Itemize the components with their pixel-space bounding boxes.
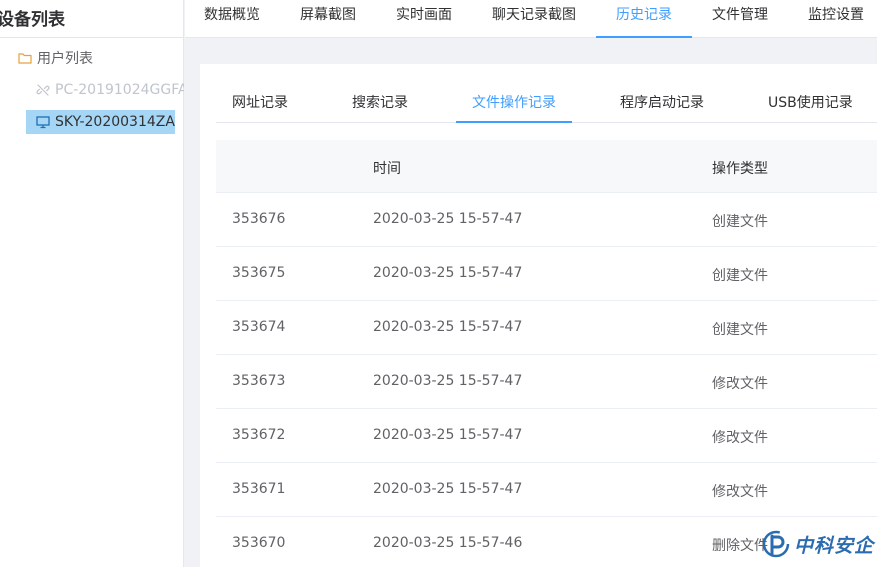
active-tab-indicator (596, 36, 692, 38)
cell-operation: 创建文件 (712, 268, 768, 284)
tab-file-management[interactable]: 文件管理 (712, 0, 768, 38)
cell-id: 353670 (232, 535, 286, 551)
cell-time: 2020-03-25 15-57-47 (373, 319, 523, 335)
cell-id: 353676 (232, 211, 286, 227)
table-row[interactable]: 353672 2020-03-25 15-57-47 修改文件 (216, 409, 877, 463)
watermark: 中科安企 (760, 527, 874, 561)
cell-operation: 修改文件 (712, 376, 768, 392)
device-label: SKY-20200314ZAI (55, 114, 175, 130)
sidebar-header: 设备列表 (0, 0, 184, 38)
column-header-operation-type: 操作类型 (712, 161, 768, 177)
tab-live-view[interactable]: 实时画面 (396, 0, 452, 38)
tab-data-overview[interactable]: 数据概览 (204, 0, 260, 38)
cell-id: 353674 (232, 319, 286, 335)
monitor-icon (36, 115, 50, 129)
disconnected-link-icon (36, 83, 50, 97)
cell-operation: 修改文件 (712, 430, 768, 446)
table-row[interactable]: 353676 2020-03-25 15-57-47 创建文件 (216, 193, 877, 247)
column-header-time: 时间 (373, 161, 401, 177)
active-subtab-indicator (456, 121, 572, 123)
cell-time: 2020-03-25 15-57-47 (373, 427, 523, 443)
cell-id: 353673 (232, 373, 286, 389)
cell-id: 353671 (232, 481, 286, 497)
subtab-program-launch-records[interactable]: 程序启动记录 (620, 92, 704, 112)
cell-time: 2020-03-25 15-57-47 (373, 481, 523, 497)
subtab-url-records[interactable]: 网址记录 (232, 92, 288, 112)
watermark-text: 中科安企 (794, 534, 875, 557)
cell-id: 353675 (232, 265, 286, 281)
device-item-offline[interactable]: PC-20191024GGFA (36, 81, 184, 99)
subtab-file-operation-records[interactable]: 文件操作记录 (472, 92, 556, 112)
cell-operation: 修改文件 (712, 484, 768, 500)
subtab-usb-records[interactable]: USB使用记录 (768, 92, 853, 112)
cell-time: 2020-03-25 15-57-47 (373, 265, 523, 281)
history-panel: 网址记录 搜索记录 文件操作记录 程序启动记录 USB使用记录 时间 操作类型 … (200, 64, 877, 567)
cell-time: 2020-03-25 15-57-46 (373, 535, 523, 551)
cell-time: 2020-03-25 15-57-47 (373, 211, 523, 227)
table-row[interactable]: 353674 2020-03-25 15-57-47 创建文件 (216, 301, 877, 355)
subtab-search-records[interactable]: 搜索记录 (352, 92, 408, 112)
folder-icon (18, 51, 32, 65)
tab-monitor-settings[interactable]: 监控设置 (808, 0, 864, 38)
table-body: 353676 2020-03-25 15-57-47 创建文件 353675 2… (216, 193, 877, 567)
table-row[interactable]: 353675 2020-03-25 15-57-47 创建文件 (216, 247, 877, 301)
tree-root-user-list[interactable]: 用户列表 (18, 49, 93, 67)
tab-chat-screenshots[interactable]: 聊天记录截图 (492, 0, 576, 38)
cell-operation: 创建文件 (712, 322, 768, 338)
cell-operation: 创建文件 (712, 214, 768, 230)
device-item-online-selected[interactable]: SKY-20200314ZAI (26, 110, 175, 134)
top-nav-tabs: 数据概览 屏幕截图 实时画面 聊天记录截图 历史记录 文件管理 监控设置 (185, 0, 877, 38)
device-label: PC-20191024GGFA (55, 82, 184, 98)
tree-root-label: 用户列表 (37, 51, 93, 67)
cell-time: 2020-03-25 15-57-47 (373, 373, 523, 389)
tab-history[interactable]: 历史记录 (616, 0, 672, 38)
table-row[interactable]: 353671 2020-03-25 15-57-47 修改文件 (216, 463, 877, 517)
table-row[interactable]: 353673 2020-03-25 15-57-47 修改文件 (216, 355, 877, 409)
tab-screenshots[interactable]: 屏幕截图 (300, 0, 356, 38)
table-header: 时间 操作类型 (216, 140, 877, 193)
watermark-logo-icon (762, 530, 790, 558)
sidebar-title: 设备列表 (0, 10, 65, 30)
device-sidebar: 设备列表 用户列表 PC-20191024GGFA SKY-20200314ZA… (0, 0, 184, 567)
cell-id: 353672 (232, 427, 286, 443)
